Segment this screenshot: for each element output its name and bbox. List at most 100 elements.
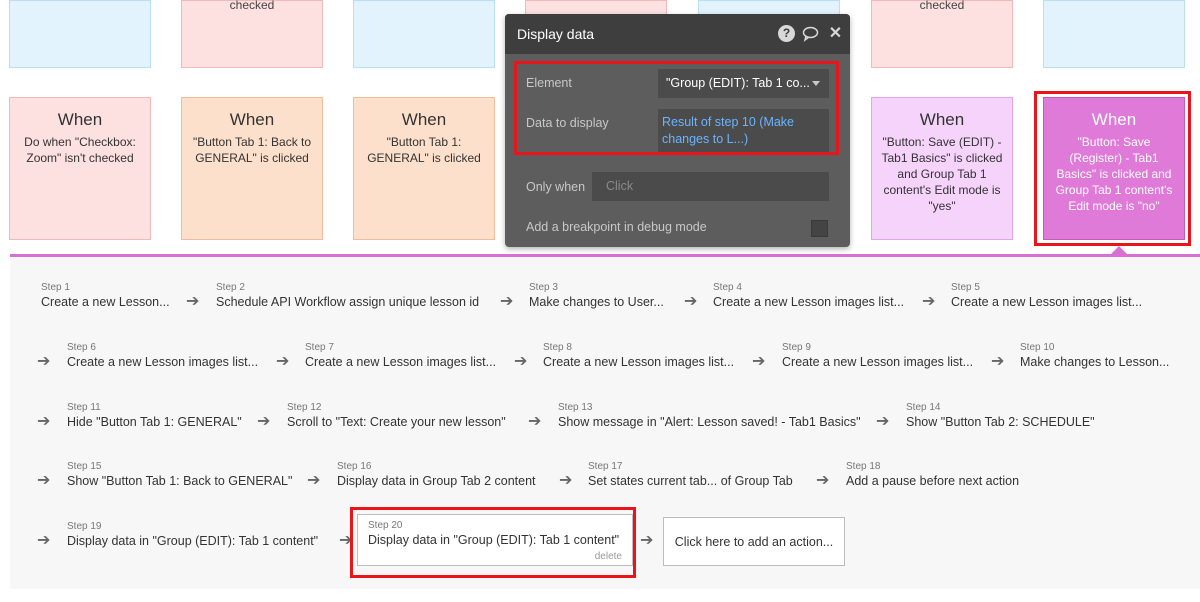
step-number: Step 19 — [67, 521, 102, 532]
arrow-right-icon: ➔ — [186, 293, 200, 310]
step-text: Show "Button Tab 1: Back to GENERAL" — [67, 474, 293, 488]
arrow-right-icon: ➔ — [752, 353, 766, 370]
event-card-text: checked — [919, 0, 965, 12]
close-icon[interactable]: ✕ — [827, 25, 844, 42]
step-item[interactable]: Step 10 Make changes to Lesson... — [1020, 342, 1169, 370]
event-when-label: When — [57, 110, 103, 129]
event-card-top[interactable]: checked — [181, 0, 323, 68]
step-number: Step 18 — [846, 461, 881, 472]
event-card-text: checked — [229, 0, 275, 12]
arrow-right-icon: ➔ — [640, 532, 654, 549]
step-text: Create a new Lesson images list... — [713, 295, 905, 309]
event-card-save-edit[interactable]: When "Button: Save (EDIT) - Tab1 Basics"… — [871, 97, 1013, 240]
step-text: Create a new Lesson images list... — [67, 355, 259, 369]
event-card-general[interactable]: When "Button Tab 1: GENERAL" is clicked — [353, 97, 495, 240]
step-text: Create a new Lesson images list... — [543, 355, 735, 369]
workflow-canvas: checked checked When Do when "Checkbox: … — [0, 0, 1200, 602]
event-when-label: When — [919, 110, 965, 129]
step-text: Scroll to "Text: Create your new lesson" — [287, 415, 506, 429]
arrow-right-icon: ➔ — [500, 293, 514, 310]
step-number: Step 14 — [906, 402, 941, 413]
step-number: Step 9 — [782, 342, 811, 353]
step-text: Create a new Lesson... — [41, 295, 170, 309]
event-card-top[interactable]: checked — [871, 0, 1013, 68]
step-number: Step 7 — [305, 342, 334, 353]
step-number: Step 6 — [67, 342, 96, 353]
step-item[interactable]: Step 13 Show message in "Alert: Lesson sa… — [558, 402, 861, 430]
event-card-top[interactable] — [1043, 0, 1185, 68]
step-number: Step 8 — [543, 342, 572, 353]
step-number: Step 4 — [713, 282, 742, 293]
step-text: Schedule API Workflow assign unique less… — [216, 295, 480, 309]
step-item[interactable]: Step 4 Create a new Lesson images list... — [713, 282, 904, 310]
step-number: Step 2 — [216, 282, 245, 293]
step-text: Hide "Button Tab 1: GENERAL" — [67, 415, 242, 429]
event-description: "Button: Save (EDIT) - Tab1 Basics" is c… — [881, 135, 1003, 213]
event-card-top[interactable] — [9, 0, 151, 68]
help-icon[interactable]: ? — [778, 25, 795, 42]
step-text: Create a new Lesson images list... — [305, 355, 497, 369]
arrow-right-icon: ➔ — [922, 293, 936, 310]
step-text: Show "Button Tab 2: SCHEDULE" — [906, 415, 1095, 429]
breakpoint-checkbox[interactable] — [811, 220, 828, 237]
step-item[interactable]: Step 6 Create a new Lesson images list... — [67, 342, 258, 370]
arrow-right-icon: ➔ — [991, 353, 1005, 370]
highlight-box — [350, 507, 636, 578]
arrow-right-icon: ➔ — [257, 413, 271, 430]
arrow-right-icon: ➔ — [514, 353, 528, 370]
step-text: Display data in Group Tab 2 content — [337, 474, 536, 488]
step-item[interactable]: Step 18 Add a pause before next action — [846, 461, 1019, 489]
step-item[interactable]: Step 8 Create a new Lesson images list... — [543, 342, 734, 370]
step-item[interactable]: Step 17 Set states current tab... of Grou… — [588, 461, 793, 489]
arrow-right-icon: ➔ — [559, 472, 573, 489]
arrow-right-icon: ➔ — [37, 353, 51, 370]
step-item[interactable]: Step 3 Make changes to User... — [529, 282, 664, 310]
step-item[interactable]: Step 5 Create a new Lesson images list... — [951, 282, 1142, 310]
comment-icon[interactable] — [802, 25, 819, 42]
step-item[interactable]: Step 16 Display data in Group Tab 2 conte… — [337, 461, 536, 489]
step-item[interactable]: Step 11 Hide "Button Tab 1: GENERAL" — [67, 402, 242, 430]
step-number: Step 11 — [67, 402, 101, 413]
event-when-label: When — [229, 110, 275, 129]
event-description: Do when "Checkbox: Zoom" isn't checked — [24, 135, 136, 165]
step-text: Display data in "Group (EDIT): Tab 1 con… — [67, 534, 319, 548]
only-when-field[interactable]: Click — [592, 172, 829, 201]
dialog-title: Display data — [517, 26, 595, 42]
only-when-label: Only when — [526, 180, 586, 194]
step-number: Step 10 — [1020, 342, 1055, 353]
step-item[interactable]: Step 9 Create a new Lesson images list... — [782, 342, 973, 370]
arrow-right-icon: ➔ — [307, 472, 321, 489]
arrow-right-icon: ➔ — [37, 413, 51, 430]
step-item[interactable]: Step 15 Show "Button Tab 1: Back to GENER… — [67, 461, 292, 489]
step-text: Make changes to Lesson... — [1020, 355, 1170, 369]
arrow-right-icon: ➔ — [276, 353, 290, 370]
step-item[interactable]: Step 1 Create a new Lesson... — [41, 282, 170, 310]
step-text: Make changes to User... — [529, 295, 664, 309]
step-number: Step 1 — [41, 282, 70, 293]
event-card-back-to-general[interactable]: When "Button Tab 1: Back to GENERAL" is … — [181, 97, 323, 240]
arrow-right-icon: ➔ — [816, 472, 830, 489]
arrow-right-icon: ➔ — [528, 413, 542, 430]
step-text: Show message in "Alert: Lesson saved! - … — [558, 415, 861, 429]
step-text: Set states current tab... of Group Tab — [588, 474, 793, 488]
step-item[interactable]: Step 19 Display data in "Group (EDIT): Ta… — [67, 521, 318, 549]
step-number: Step 16 — [337, 461, 372, 472]
step-number: Step 13 — [558, 402, 593, 413]
highlight-box — [514, 61, 839, 155]
event-card-top[interactable] — [353, 0, 495, 68]
highlight-box — [1034, 91, 1191, 246]
event-card-checkbox-zoom[interactable]: When Do when "Checkbox: Zoom" isn't chec… — [9, 97, 151, 240]
step-text: Create a new Lesson images list... — [951, 295, 1143, 309]
panel-pointer — [1110, 246, 1128, 255]
arrow-right-icon: ➔ — [37, 472, 51, 489]
arrow-right-icon: ➔ — [37, 532, 51, 549]
arrow-right-icon: ➔ — [684, 293, 698, 310]
add-action-button[interactable]: Click here to add an action... — [663, 517, 845, 566]
step-item[interactable]: Step 12 Scroll to "Text: Create your new … — [287, 402, 506, 430]
step-text: Create a new Lesson images list... — [782, 355, 974, 369]
step-item[interactable]: Step 7 Create a new Lesson images list... — [305, 342, 496, 370]
display-data-dialog: Display data ? ✕ Element "Group (EDIT): … — [505, 14, 850, 247]
step-item[interactable]: Step 2 Schedule API Workflow assign uniqu… — [216, 282, 479, 310]
step-item[interactable]: Step 14 Show "Button Tab 2: SCHEDULE" — [906, 402, 1095, 430]
step-text: Add a pause before next action — [846, 474, 1020, 488]
